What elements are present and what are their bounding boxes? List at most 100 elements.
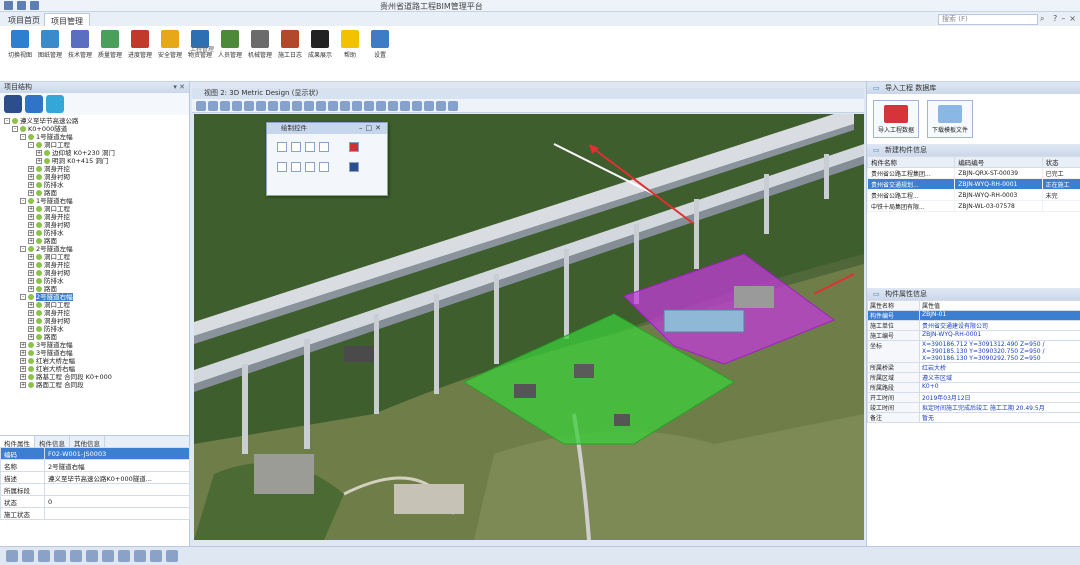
expand-toggle-icon[interactable]: - [20, 294, 26, 300]
tree-node[interactable]: + 洞口工程 [0, 301, 189, 309]
expand-toggle-icon[interactable]: - [20, 134, 26, 140]
expand-toggle-icon[interactable]: + [28, 166, 34, 172]
tab-project-management[interactable]: 项目管理 [44, 13, 90, 26]
view-tool-icon[interactable] [196, 101, 206, 111]
expand-toggle-icon[interactable]: + [28, 310, 34, 316]
select-tool-icon[interactable] [277, 162, 287, 172]
expand-toggle-icon[interactable]: + [20, 382, 26, 388]
tree-node[interactable]: + 洞身开挖 [0, 261, 189, 269]
view-tool-icon[interactable] [376, 101, 386, 111]
view-tool-icon[interactable] [316, 101, 326, 111]
curve-tool-icon[interactable] [305, 142, 315, 152]
view-tool-icon[interactable] [448, 101, 458, 111]
ribbon-button-log[interactable]: 施工日志 [276, 30, 304, 66]
tree-node[interactable]: + 路面 [0, 189, 189, 197]
tab-project-home[interactable]: 项目首页 [2, 13, 46, 26]
view-tool-icon[interactable] [412, 101, 422, 111]
view-tool-icon[interactable] [232, 101, 242, 111]
tree-node[interactable]: + 路面 [0, 285, 189, 293]
tree-node[interactable]: + 洞身衬砌 [0, 269, 189, 277]
expand-toggle-icon[interactable]: + [28, 302, 34, 308]
expand-toggle-icon[interactable]: + [28, 222, 34, 228]
tree-node[interactable]: + 红岩大桥左幅 [0, 357, 189, 365]
close-icon[interactable]: × [1069, 14, 1076, 23]
view-cube-icon[interactable] [70, 550, 82, 562]
tree-node[interactable]: +3号隧道右幅 [0, 349, 189, 357]
view-cube-icon[interactable] [166, 550, 178, 562]
tree-node[interactable]: + 红岩大桥右幅 [0, 365, 189, 373]
tree-node[interactable]: - 2号隧道左幅 [0, 245, 189, 253]
ribbon-button-drawings[interactable]: 图纸管理 [36, 30, 64, 66]
ribbon-button-machinery[interactable]: 机械管理 [246, 30, 274, 66]
tree-node[interactable]: - 1号隧道左幅 [0, 133, 189, 141]
view-tool-icon[interactable] [208, 101, 218, 111]
tree-node[interactable]: + 路面 [0, 237, 189, 245]
view-tool-icon[interactable] [304, 101, 314, 111]
expand-toggle-icon[interactable]: + [28, 334, 34, 340]
save-icon[interactable] [17, 1, 26, 10]
tree-node[interactable]: + 防排水 [0, 181, 189, 189]
property-tab[interactable]: 构件信息 [35, 436, 70, 448]
view-cube-icon[interactable] [150, 550, 162, 562]
expand-toggle-icon[interactable]: + [28, 190, 34, 196]
expand-toggle-icon[interactable]: + [28, 206, 34, 212]
view-tool-icon[interactable] [424, 101, 434, 111]
expand-toggle-icon[interactable]: + [28, 230, 34, 236]
view-tool-icon[interactable] [328, 101, 338, 111]
draw-tool-palette[interactable]: 绘制控件 –□✕ [266, 122, 388, 196]
quick-access-toolbar[interactable] [4, 1, 39, 10]
expand-toggle-icon[interactable]: + [28, 270, 34, 276]
view-tool-icon[interactable] [220, 101, 230, 111]
search-icon[interactable]: ⌕ [1040, 14, 1050, 25]
list-row[interactable]: 中铁十局集团有限... ZBJN-WL-03-07578 [866, 200, 1080, 212]
view-tool-icon[interactable] [244, 101, 254, 111]
undo-icon[interactable] [30, 1, 39, 10]
tree-node[interactable]: + 洞身衬砌 [0, 317, 189, 325]
tree-node[interactable]: - K0+000隧道 [0, 125, 189, 133]
expand-toggle-icon[interactable]: + [28, 254, 34, 260]
tree-node[interactable]: + 洞身衬砌 [0, 221, 189, 229]
tree-node[interactable]: + 洞身开挖 [0, 213, 189, 221]
ribbon-button-schedule[interactable]: 进度管理 [126, 30, 154, 66]
view-tool-icon[interactable] [280, 101, 290, 111]
view-tool-icon[interactable] [268, 101, 278, 111]
tree-node[interactable]: - 2号隧道右幅 [0, 293, 189, 301]
expand-toggle-icon[interactable]: + [28, 278, 34, 284]
expand-toggle-icon[interactable]: + [28, 182, 34, 188]
expand-toggle-icon[interactable]: - [20, 246, 26, 252]
view-tab[interactable]: 视图 2: 3D Metric Design (显示状) [192, 88, 864, 99]
view-tool-icon[interactable] [364, 101, 374, 111]
property-tab[interactable]: 其他信息 [70, 436, 105, 448]
polygon-tool-icon[interactable] [277, 142, 287, 152]
expand-toggle-icon[interactable]: + [28, 262, 34, 268]
palette-title-bar[interactable]: 绘制控件 –□✕ [267, 123, 387, 134]
view-cube-icon[interactable] [134, 550, 146, 562]
view-tool-icon[interactable] [292, 101, 302, 111]
remove-point-icon[interactable] [305, 162, 315, 172]
info-icon[interactable] [25, 95, 43, 113]
view-tool-icon[interactable] [352, 101, 362, 111]
expand-toggle-icon[interactable]: + [20, 358, 26, 364]
delete-shape-icon[interactable] [349, 142, 359, 152]
view-tool-icon[interactable] [340, 101, 350, 111]
tree-node[interactable]: + 防排水 [0, 277, 189, 285]
help-icon[interactable]: ? [1053, 14, 1057, 23]
tree-node[interactable]: - 1号隧道右幅 [0, 197, 189, 205]
ribbon-button-tech[interactable]: 技术管理 [66, 30, 94, 66]
tree-node[interactable]: - 洞口工程 [0, 141, 189, 149]
tree-node[interactable]: + 洞身开挖 [0, 309, 189, 317]
pointer-dropdown-icon[interactable] [349, 162, 359, 172]
view-cube-icon[interactable] [102, 550, 114, 562]
ribbon-button-bulb[interactable]: 帮助 [336, 30, 364, 66]
view-tool-icon[interactable] [400, 101, 410, 111]
expand-toggle-icon[interactable]: + [20, 374, 26, 380]
component-list-table[interactable]: 构件名称 编码编号 状态 贵州省公路工程集团... ZBJN-QRX-ST-00039 已… [866, 156, 1080, 212]
tree-node[interactable]: + 明洞 K0+415 洞门 [0, 157, 189, 165]
download-template-button[interactable]: 下载模板文件 [927, 100, 973, 138]
view-tool-icon[interactable] [256, 101, 266, 111]
ribbon-button-quality[interactable]: 质量管理 [96, 30, 124, 66]
expand-toggle-icon[interactable]: + [20, 366, 26, 372]
color-fill-icon[interactable] [319, 162, 329, 172]
measure-tool-icon[interactable] [319, 142, 329, 152]
ribbon-button-switch-view[interactable]: 切换视图 [6, 30, 34, 66]
